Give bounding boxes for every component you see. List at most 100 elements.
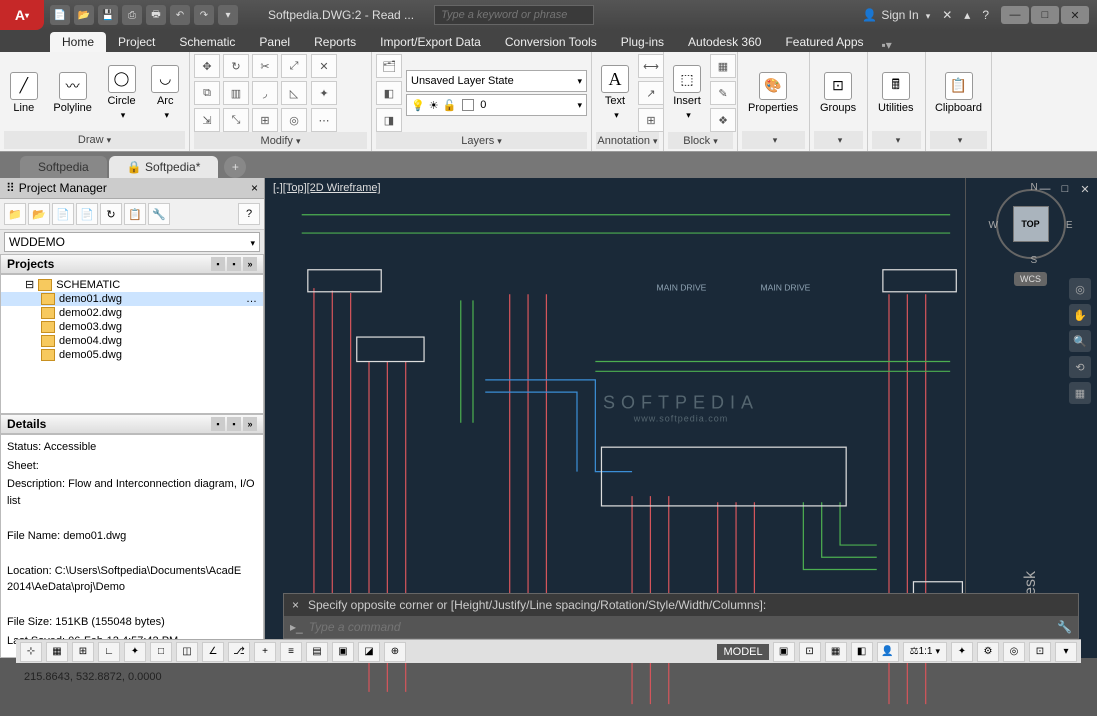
minimize-button[interactable]: — bbox=[1001, 6, 1029, 24]
qat-open-icon[interactable]: 📂 bbox=[74, 5, 94, 25]
panel-block-label[interactable]: Block bbox=[668, 132, 733, 149]
cmd-custom-icon[interactable]: 🔧 bbox=[1057, 620, 1072, 634]
layer-prop-icon[interactable]: 🗂 bbox=[376, 54, 402, 78]
compass-e[interactable]: E bbox=[1066, 220, 1073, 231]
sb-am-icon[interactable]: ⊕ bbox=[384, 642, 406, 662]
more-mod-icon[interactable]: ⋯ bbox=[311, 108, 337, 132]
sec-collapse-icon[interactable]: » bbox=[243, 257, 257, 271]
compass-s[interactable]: S bbox=[1031, 255, 1038, 266]
project-dropdown[interactable]: WDDEMO bbox=[4, 232, 260, 252]
nav-orbit-icon[interactable]: ⟲ bbox=[1069, 356, 1091, 378]
doc-tab-2[interactable]: 🔒 Softpedia* bbox=[109, 156, 219, 178]
explode-icon[interactable]: ✦ bbox=[311, 81, 337, 105]
sb-r1-icon[interactable]: ▣ bbox=[773, 642, 795, 662]
det-collapse-icon[interactable]: » bbox=[243, 417, 257, 431]
doc-minimize-icon[interactable]: — bbox=[1037, 182, 1053, 196]
sec-tool1-icon[interactable]: ▪ bbox=[211, 257, 225, 271]
qat-undo-icon[interactable]: ↶ bbox=[170, 5, 190, 25]
sb-tray-icon[interactable]: ▾ bbox=[1055, 642, 1077, 662]
app-icon[interactable]: A▾ bbox=[0, 0, 44, 30]
sb-dyn-icon[interactable]: + bbox=[254, 642, 276, 662]
qat-save-icon[interactable]: 💾 bbox=[98, 5, 118, 25]
panel-properties-label[interactable] bbox=[742, 131, 805, 149]
qat-plot-icon[interactable]: 🖶 bbox=[146, 5, 166, 25]
rotate-icon[interactable]: ↻ bbox=[223, 54, 249, 78]
polyline-button[interactable]: 〰Polyline bbox=[48, 68, 98, 118]
scale-icon[interactable]: ⤡ bbox=[223, 108, 249, 132]
tree-file[interactable]: demo03.dwg bbox=[1, 320, 263, 334]
leader-icon[interactable]: ↗ bbox=[638, 81, 664, 105]
sb-r5-icon[interactable]: 👤 bbox=[877, 642, 899, 662]
sb-qp-icon[interactable]: ▣ bbox=[332, 642, 354, 662]
help-search-input[interactable] bbox=[434, 5, 594, 25]
sb-otrack-icon[interactable]: ∠ bbox=[202, 642, 224, 662]
sb-grid-icon[interactable]: ⊞ bbox=[72, 642, 94, 662]
sec-tool2-icon[interactable]: ▪ bbox=[227, 257, 241, 271]
edit-block-icon[interactable]: ✎ bbox=[710, 81, 736, 105]
pm-tb7-icon[interactable]: 🔧 bbox=[148, 203, 170, 225]
trim-icon[interactable]: ✂ bbox=[252, 54, 278, 78]
tab-conversion[interactable]: Conversion Tools bbox=[493, 32, 609, 52]
insert-button[interactable]: ⬚Insert bbox=[668, 61, 706, 125]
det-tool2-icon[interactable]: ▪ bbox=[227, 417, 241, 431]
signin-button[interactable]: 👤 Sign In bbox=[862, 8, 930, 22]
tab-featured-apps[interactable]: Featured Apps bbox=[773, 32, 875, 52]
doc-tab-1[interactable]: Softpedia bbox=[20, 156, 107, 178]
tree-folder-schematic[interactable]: ⊟SCHEMATIC bbox=[1, 277, 263, 292]
text-button[interactable]: AText bbox=[596, 61, 634, 125]
tabs-more-icon[interactable]: ▪▾ bbox=[882, 38, 892, 52]
panel-utilities-label[interactable] bbox=[872, 131, 921, 149]
viewport-label[interactable]: [-][Top][2D Wireframe] bbox=[273, 182, 381, 194]
sb-sc-icon[interactable]: ◪ bbox=[358, 642, 380, 662]
nav-show-icon[interactable]: ▦ bbox=[1069, 382, 1091, 404]
pm-tb3-icon[interactable]: 📄 bbox=[52, 203, 74, 225]
panel-modify-label[interactable]: Modify bbox=[194, 132, 367, 149]
offset-icon[interactable]: ◎ bbox=[281, 108, 307, 132]
mirror-icon[interactable]: ▥ bbox=[223, 81, 249, 105]
maximize-button[interactable]: □ bbox=[1031, 6, 1059, 24]
command-input[interactable] bbox=[309, 620, 1051, 634]
pm-tb4-icon[interactable]: 📄 bbox=[76, 203, 98, 225]
panel-annotation-label[interactable]: Annotation bbox=[596, 132, 659, 149]
coordinate-readout[interactable]: 215.8643, 532.8872, 0.0000 bbox=[24, 671, 162, 683]
cmd-close-icon[interactable]: × bbox=[292, 598, 308, 612]
det-tool1-icon[interactable]: ▪ bbox=[211, 417, 225, 431]
pm-close-icon[interactable]: × bbox=[251, 181, 258, 195]
pm-tb6-icon[interactable]: 📋 bbox=[124, 203, 146, 225]
close-button[interactable]: ✕ bbox=[1061, 6, 1089, 24]
create-block-icon[interactable]: ▦ bbox=[710, 54, 736, 78]
nav-zoom-icon[interactable]: 🔍 bbox=[1069, 330, 1091, 352]
projects-section-header[interactable]: Projects ▪▪» bbox=[0, 254, 264, 274]
tab-plugins[interactable]: Plug-ins bbox=[609, 32, 676, 52]
grip-icon[interactable]: ⠿ bbox=[6, 181, 15, 195]
properties-button[interactable]: 🎨Properties bbox=[742, 68, 804, 118]
tab-project[interactable]: Project bbox=[106, 32, 167, 52]
panel-draw-label[interactable]: Draw bbox=[4, 131, 185, 149]
fillet-icon[interactable]: ◞ bbox=[252, 81, 278, 105]
panel-layers-label[interactable]: Layers bbox=[376, 132, 587, 149]
pm-open-icon[interactable]: 📂 bbox=[28, 203, 50, 225]
circle-button[interactable]: ◯Circle bbox=[102, 61, 142, 125]
sb-r4-icon[interactable]: ◧ bbox=[851, 642, 873, 662]
nav-wheel-icon[interactable]: ◎ bbox=[1069, 278, 1091, 300]
details-section-header[interactable]: Details ▪▪» bbox=[0, 414, 264, 434]
sb-r8-icon[interactable]: ⚙ bbox=[977, 642, 999, 662]
sb-infer-icon[interactable]: ⊹ bbox=[20, 642, 42, 662]
sb-model-button[interactable]: MODEL bbox=[717, 644, 768, 660]
pm-refresh-icon[interactable]: ↻ bbox=[100, 203, 122, 225]
wcs-badge[interactable]: WCS bbox=[1014, 272, 1047, 286]
sb-r3-icon[interactable]: ▦ bbox=[825, 642, 847, 662]
layer-current-dropdown[interactable]: 💡 ☀ 🔓 0 bbox=[406, 94, 587, 116]
chm-icon[interactable]: ◺ bbox=[281, 81, 307, 105]
view-cube[interactable]: N E S W TOP bbox=[991, 184, 1071, 264]
sb-polar-icon[interactable]: ✦ bbox=[124, 642, 146, 662]
tab-panel[interactable]: Panel bbox=[247, 32, 302, 52]
qat-redo-icon[interactable]: ↷ bbox=[194, 5, 214, 25]
sb-r10-icon[interactable]: ⊡ bbox=[1029, 642, 1051, 662]
groups-button[interactable]: ⊡Groups bbox=[814, 68, 862, 118]
line-button[interactable]: ╱Line bbox=[4, 68, 44, 118]
tab-autodesk360[interactable]: Autodesk 360 bbox=[676, 32, 773, 52]
sb-osnap-icon[interactable]: □ bbox=[150, 642, 172, 662]
move-icon[interactable]: ✥ bbox=[194, 54, 220, 78]
layer-btn2-icon[interactable]: ◧ bbox=[376, 81, 402, 105]
